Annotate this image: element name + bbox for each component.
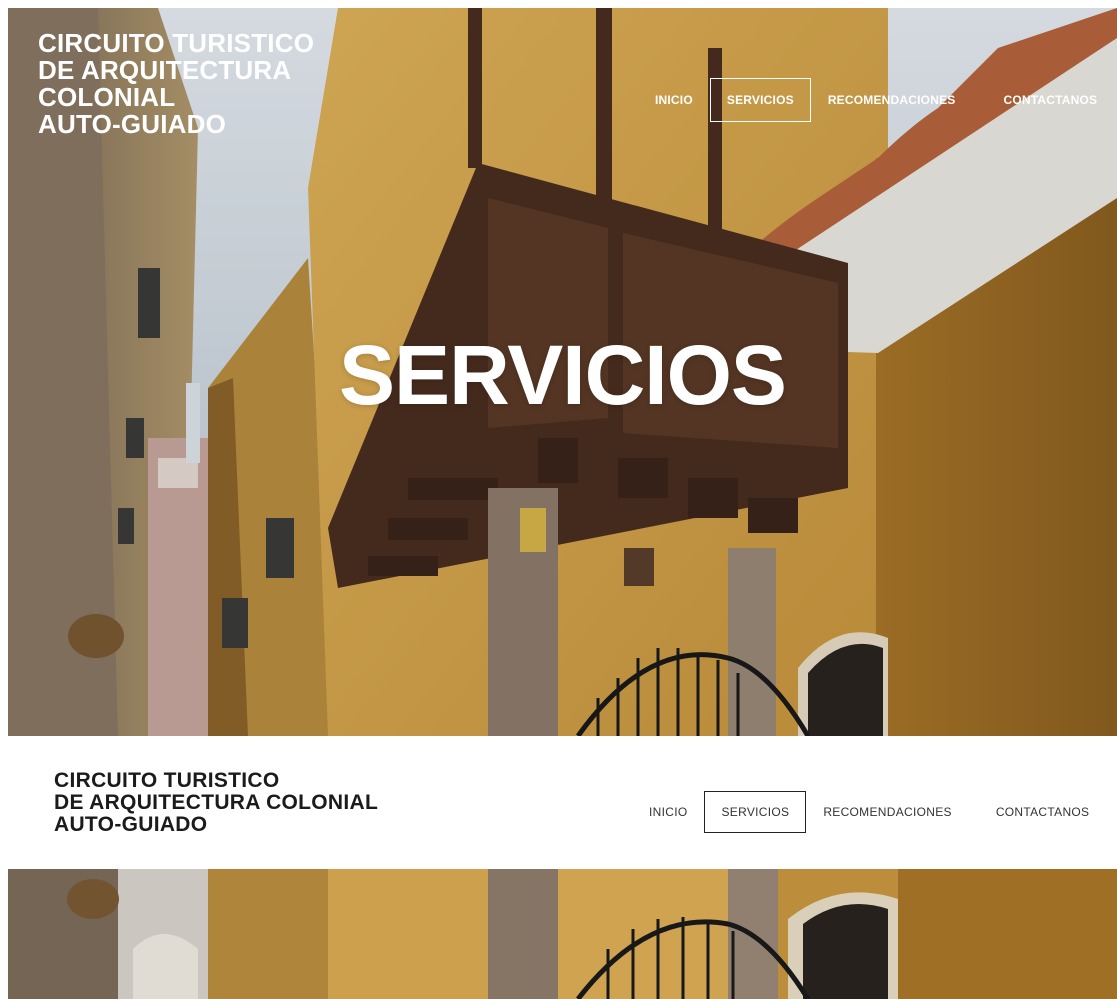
hero-background-image-strip [8,869,1117,999]
site-brand[interactable]: CIRCUITO TURISTICO DE ARQUITECTURA COLON… [38,30,314,138]
brand-line: AUTO-GUIADO [38,109,227,139]
site-brand-sticky[interactable]: CIRCUITO TURISTICO DE ARQUITECTURA COLON… [54,770,378,836]
brand-line: CIRCUITO TURISTICO [54,769,280,792]
page-title: SERVICIOS [339,328,787,422]
brand-line: DE ARQUITECTURA COLONIAL [54,791,379,814]
nav-item-recomendaciones[interactable]: RECOMENDACIONES [811,78,973,122]
brand-line: AUTO-GUIADO [54,813,208,836]
hero-section: CIRCUITO TURISTICO DE ARQUITECTURA COLON… [8,8,1117,736]
nav-item-servicios[interactable]: SERVICIOS [704,791,807,833]
sticky-main-nav: INICIO SERVICIOS RECOMENDACIONES CONTACT… [632,791,1106,833]
nav-item-inicio[interactable]: INICIO [632,791,704,833]
nav-item-contactanos[interactable]: CONTACTANOS [979,791,1107,833]
hero-main-nav: INICIO SERVICIOS RECOMENDACIONES CONTACT… [638,78,1114,122]
hero-image-strip [8,869,1117,999]
brand-line: DE ARQUITECTURA [38,55,292,85]
nav-item-recomendaciones[interactable]: RECOMENDACIONES [806,791,969,833]
brand-line: CIRCUITO TURISTICO [38,28,315,58]
nav-item-servicios[interactable]: SERVICIOS [709,78,811,122]
nav-item-contactanos[interactable]: CONTACTANOS [987,78,1115,122]
nav-item-inicio[interactable]: INICIO [638,78,710,122]
sticky-header: CIRCUITO TURISTICO DE ARQUITECTURA COLON… [8,736,1117,869]
brand-line: COLONIAL [38,82,176,112]
